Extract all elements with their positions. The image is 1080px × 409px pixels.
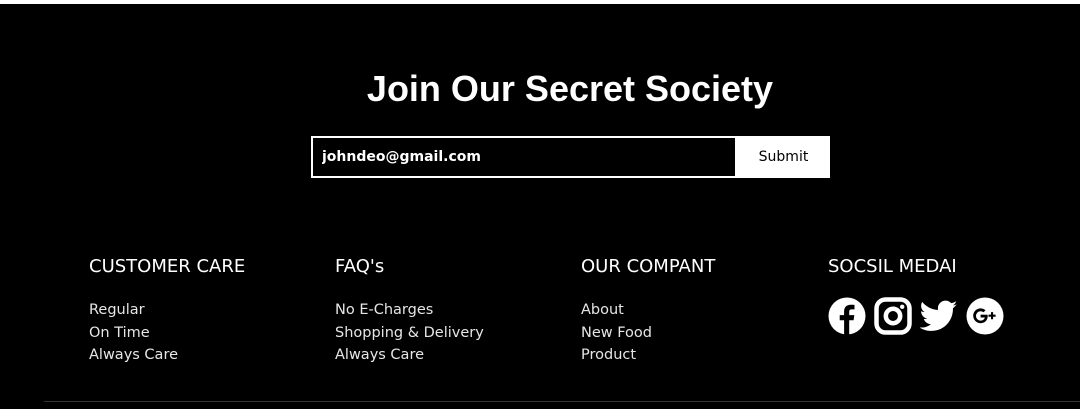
social-icons [828,297,1004,335]
social-media-column: SOCSIL MEDAI [828,256,1004,335]
column-heading: FAQ's [335,256,385,277]
footer-link-about[interactable]: About [581,302,624,318]
twitter-icon[interactable] [920,297,958,335]
footer-divider [44,401,1080,402]
footer-link-on-time[interactable]: On Time [89,325,150,341]
footer-link-shopping-delivery[interactable]: Shopping & Delivery [335,325,484,341]
customer-care-column: CUSTOMER CARE Regular On Time Always Car… [89,256,245,367]
email-field[interactable] [311,136,737,178]
facebook-icon[interactable] [828,297,866,335]
footer-link-new-food[interactable]: New Food [581,325,652,341]
newsletter-title: Join Our Secret Society [366,68,774,109]
column-heading: SOCSIL MEDAI [828,256,957,277]
instagram-icon[interactable] [874,297,912,335]
google-plus-icon[interactable] [966,297,1004,335]
faqs-column: FAQ's No E-Charges Shopping & Delivery A… [335,256,484,367]
our-company-column: OUR COMPANT About New Food Product [581,256,715,367]
column-heading: CUSTOMER CARE [89,256,246,277]
footer-link-always-care[interactable]: Always Care [89,347,178,363]
column-heading: OUR COMPANT [581,256,716,277]
newsletter-form: Submit [311,136,830,178]
footer-link-always-care[interactable]: Always Care [335,347,424,363]
footer-link-no-e-charges[interactable]: No E-Charges [335,302,433,318]
footer: Join Our Secret Society Submit CUSTOMER … [0,4,1080,409]
footer-link-product[interactable]: Product [581,347,636,363]
footer-link-regular[interactable]: Regular [89,302,145,318]
submit-button[interactable]: Submit [737,136,830,178]
